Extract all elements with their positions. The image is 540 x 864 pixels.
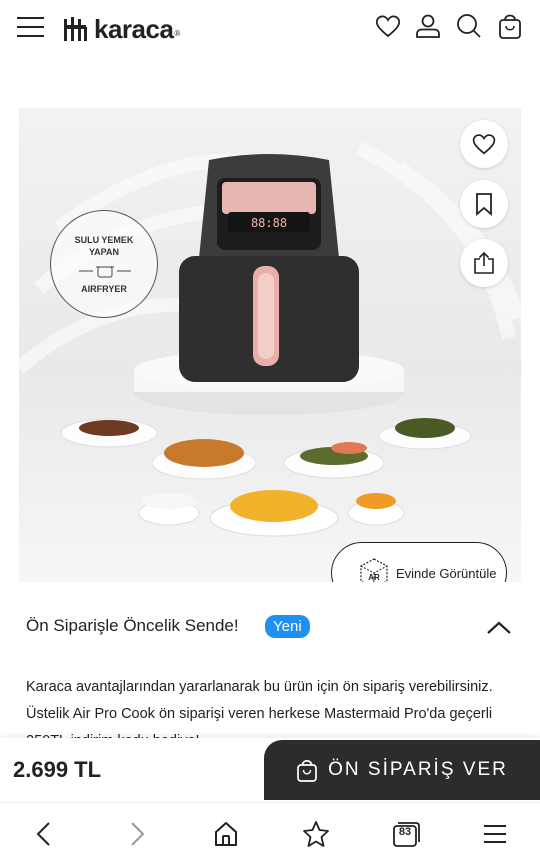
ar-view-button[interactable]: AR Evinde Görüntüle bbox=[331, 542, 507, 582]
back-icon[interactable] bbox=[31, 820, 59, 848]
ar-cube-icon: AR bbox=[360, 558, 388, 582]
product-photo: 88:88 bbox=[19, 141, 521, 537]
favorite-icon bbox=[472, 134, 496, 155]
bookmark-button[interactable] bbox=[460, 180, 508, 228]
top-header: karaca ® bbox=[0, 0, 540, 56]
preorder-label: ÖN SİPARİŞ VER bbox=[328, 759, 508, 780]
bookmark-icon bbox=[476, 193, 492, 216]
product-price: 2.699 TL bbox=[13, 757, 102, 782]
logo-mark-icon bbox=[64, 17, 87, 41]
preorder-button[interactable]: ÖN SİPARİŞ VER bbox=[264, 740, 540, 800]
juicy-dish-airfryer-badge: SULU YEMEK YAPAN AIRFRYER bbox=[50, 210, 158, 318]
brand-name: karaca bbox=[94, 13, 174, 44]
buy-bar: 2.699 TL ÖN SİPARİŞ VER bbox=[0, 738, 540, 802]
bag-icon bbox=[297, 760, 318, 782]
badge-line-3: AIRFRYER bbox=[81, 284, 127, 294]
karaca-logo[interactable]: karaca ® bbox=[62, 12, 180, 46]
heart-icon[interactable] bbox=[374, 12, 402, 40]
home-icon[interactable] bbox=[212, 820, 240, 848]
star-icon[interactable] bbox=[302, 820, 330, 848]
tab-count: 83 bbox=[398, 826, 412, 838]
badge-line-2: YAPAN bbox=[88, 247, 119, 257]
menu-icon[interactable] bbox=[481, 820, 509, 848]
search-icon[interactable] bbox=[455, 12, 483, 40]
product-title: Ön Siparişle Öncelik Sende! bbox=[26, 616, 239, 635]
menu-icon[interactable] bbox=[16, 14, 46, 40]
svg-text:AR: AR bbox=[368, 573, 380, 582]
share-icon bbox=[474, 251, 494, 274]
new-badge: Yeni bbox=[265, 615, 310, 638]
share-button[interactable] bbox=[460, 239, 508, 287]
display-digits: 88:88 bbox=[251, 216, 287, 230]
favorite-button[interactable] bbox=[460, 120, 508, 168]
browser-nav-bar bbox=[0, 802, 540, 864]
ar-button-label: Evinde Görüntüle bbox=[396, 565, 497, 581]
brand-registered-mark: ® bbox=[174, 28, 181, 38]
bag-icon[interactable] bbox=[496, 12, 524, 40]
chevron-up-icon[interactable] bbox=[486, 620, 512, 636]
pot-icon bbox=[79, 266, 131, 278]
user-icon[interactable] bbox=[414, 12, 442, 40]
badge-line-1: SULU YEMEK bbox=[74, 235, 134, 245]
product-title-row[interactable]: Ön Siparişle Öncelik Sende! Yeni bbox=[0, 606, 540, 646]
forward-icon[interactable] bbox=[122, 820, 150, 848]
product-image[interactable]: 88:88 SULU YEMEK YAPAN AIRFRYER AR Evind… bbox=[19, 108, 521, 582]
